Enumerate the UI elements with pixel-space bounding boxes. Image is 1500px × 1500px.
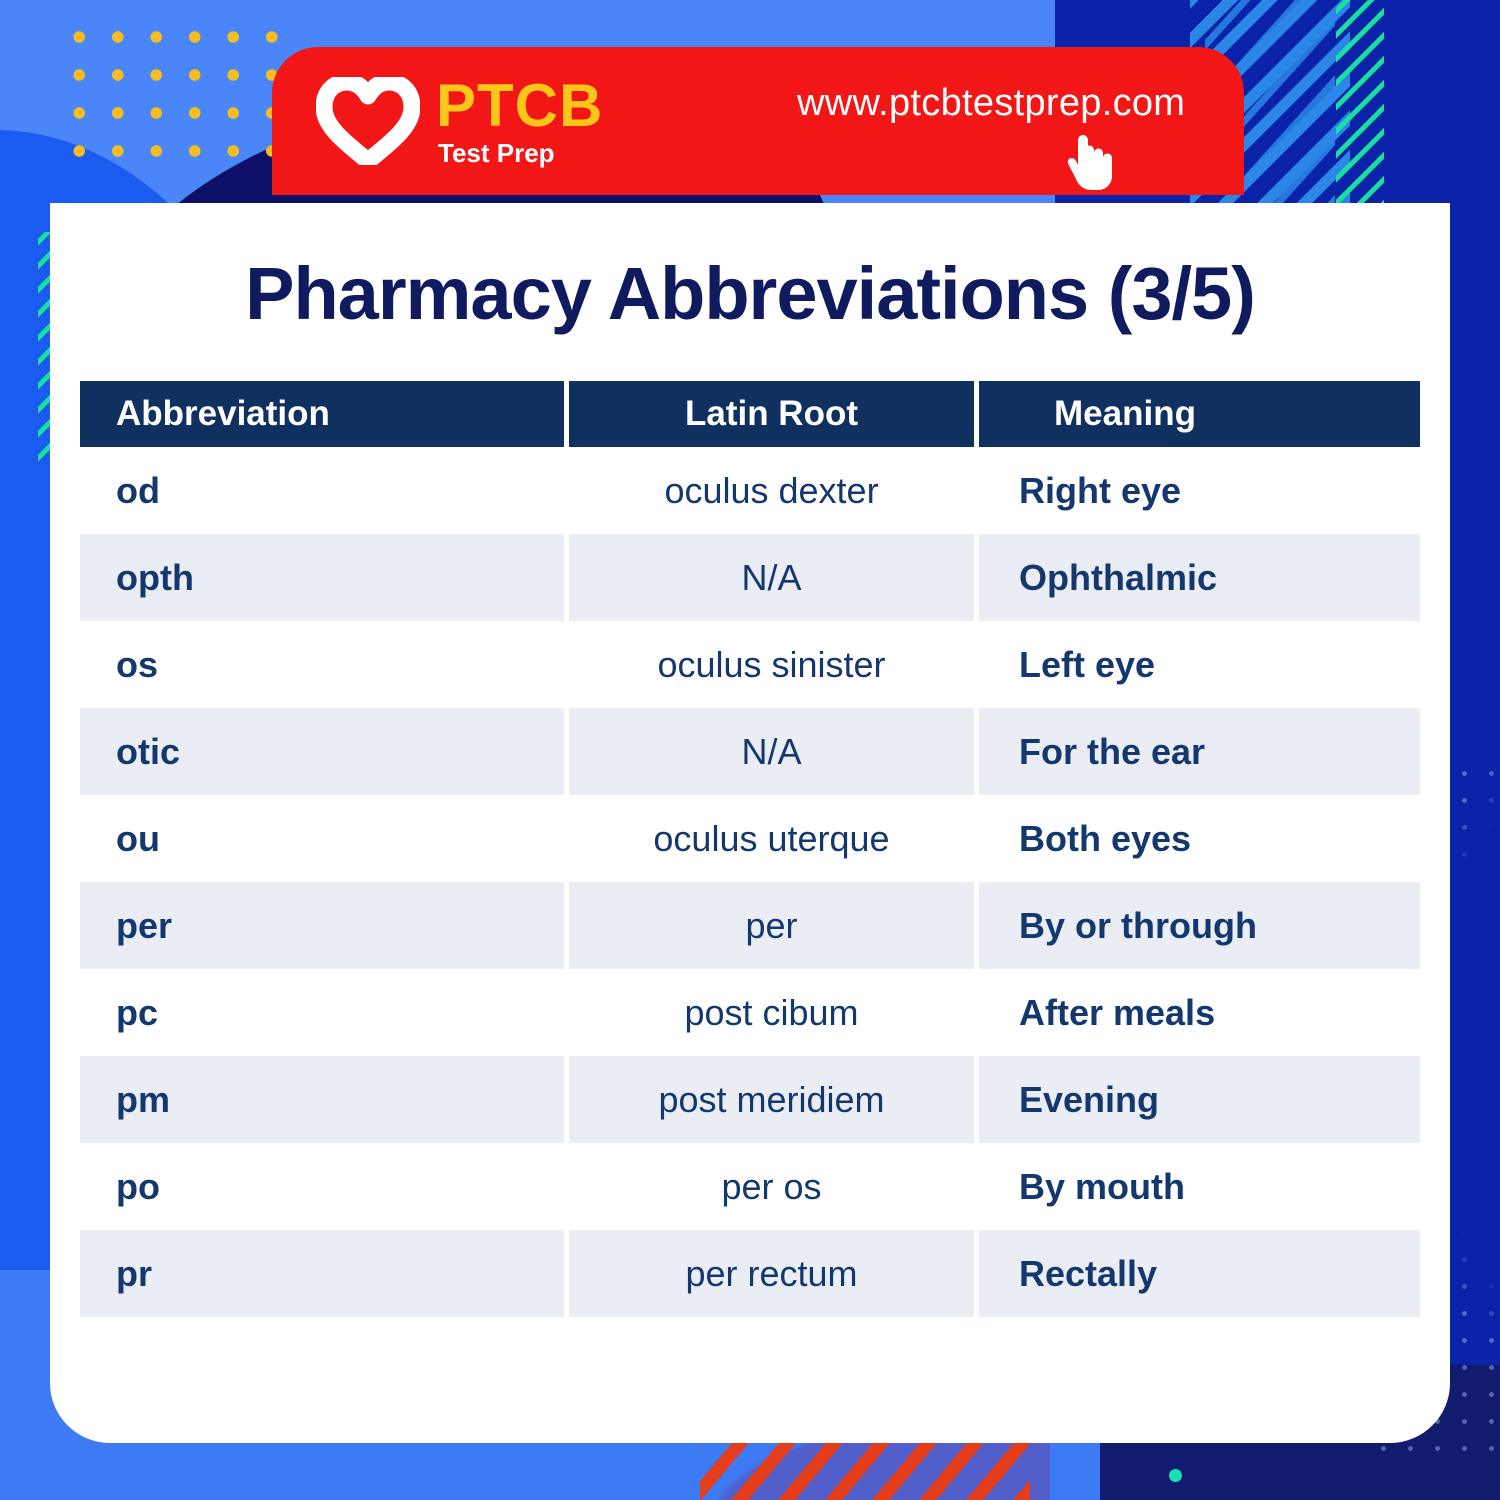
table-row: po per os By mouth xyxy=(80,1143,1420,1230)
heart-icon xyxy=(316,77,420,165)
cell-abbreviation: otic xyxy=(80,708,569,795)
cell-meaning: Evening xyxy=(979,1056,1420,1143)
cell-meaning: For the ear xyxy=(979,708,1420,795)
cell-meaning: Rectally xyxy=(979,1230,1420,1317)
cell-latin-root: N/A xyxy=(569,534,979,621)
cell-meaning: Left eye xyxy=(1019,643,1156,685)
table-row: os oculus sinister Left eye xyxy=(80,621,1420,708)
brand-tagline: Test Prep xyxy=(438,138,555,168)
cell-latin-root: N/A xyxy=(569,708,979,795)
brand-logo[interactable]: PTCB Test Prep xyxy=(316,76,603,166)
table-row: per per By or through xyxy=(80,882,1420,969)
cell-abbreviation: opth xyxy=(80,534,569,621)
brand-banner: PTCB Test Prep www.ptcbtestprep.com xyxy=(272,47,1244,195)
cell-latin-root: per xyxy=(569,882,979,969)
cell-abbreviation: od xyxy=(80,447,569,534)
cell-latin-root: per rectum xyxy=(569,1230,979,1317)
table-row: otic N/A For the ear xyxy=(80,708,1420,795)
content-card: Pharmacy Abbreviations (3/5) Abbreviatio… xyxy=(50,203,1450,1443)
table-row: pc post cibum After meals xyxy=(80,969,1420,1056)
cell-latin-root: post meridiem xyxy=(569,1056,979,1143)
table-header-row: Abbreviation Latin Root Meaning xyxy=(80,381,1420,447)
page-title: Pharmacy Abbreviations (3/5) xyxy=(245,252,1256,335)
poster-canvas: x x x x x x PTCB Test Prep www.ptcbtestp… xyxy=(0,0,1500,1500)
cell-meaning: Right eye xyxy=(1019,469,1182,511)
cell-latin-root: per os xyxy=(569,1143,979,1230)
abbreviations-table: Abbreviation Latin Root Meaning od oculu… xyxy=(80,381,1420,1317)
cell-latin-root: oculus uterque xyxy=(569,795,979,882)
cell-abbreviation: ou xyxy=(80,795,569,882)
website-url[interactable]: www.ptcbtestprep.com xyxy=(797,82,1185,125)
table-body: od oculus dexter Right eye opth N/A Opht… xyxy=(80,447,1420,1317)
column-header-latin-root: Latin Root xyxy=(569,381,979,447)
cell-latin-root: oculus dexter xyxy=(569,447,979,534)
cell-meaning: By mouth xyxy=(1019,1165,1185,1207)
table-head: Abbreviation Latin Root Meaning xyxy=(80,381,1420,447)
cell-meaning: After meals xyxy=(1019,991,1216,1033)
cell-abbreviation: pr xyxy=(80,1230,569,1317)
cell-meaning: By or through xyxy=(979,882,1420,969)
cell-abbreviation: per xyxy=(80,882,569,969)
table-row: pm post meridiem Evening xyxy=(80,1056,1420,1143)
column-header-meaning: Meaning xyxy=(979,381,1420,447)
table-row: od oculus dexter Right eye xyxy=(80,447,1420,534)
pointing-hand-icon xyxy=(1067,135,1112,190)
cell-abbreviation: pc xyxy=(80,969,569,1056)
table-row: ou oculus uterque Both eyes xyxy=(80,795,1420,882)
table-row: opth N/A Ophthalmic xyxy=(80,534,1420,621)
cell-abbreviation: po xyxy=(80,1143,569,1230)
cell-latin-root: oculus sinister xyxy=(569,621,979,708)
cell-meaning: Ophthalmic xyxy=(979,534,1420,621)
table-row: pr per rectum Rectally xyxy=(80,1230,1420,1317)
cell-latin-root: post cibum xyxy=(569,969,979,1056)
cell-abbreviation: os xyxy=(80,621,569,708)
cell-meaning: Both eyes xyxy=(1019,817,1192,859)
cell-abbreviation: pm xyxy=(80,1056,569,1143)
column-header-abbreviation: Abbreviation xyxy=(80,381,569,447)
brand-name: PTCB xyxy=(436,72,604,139)
